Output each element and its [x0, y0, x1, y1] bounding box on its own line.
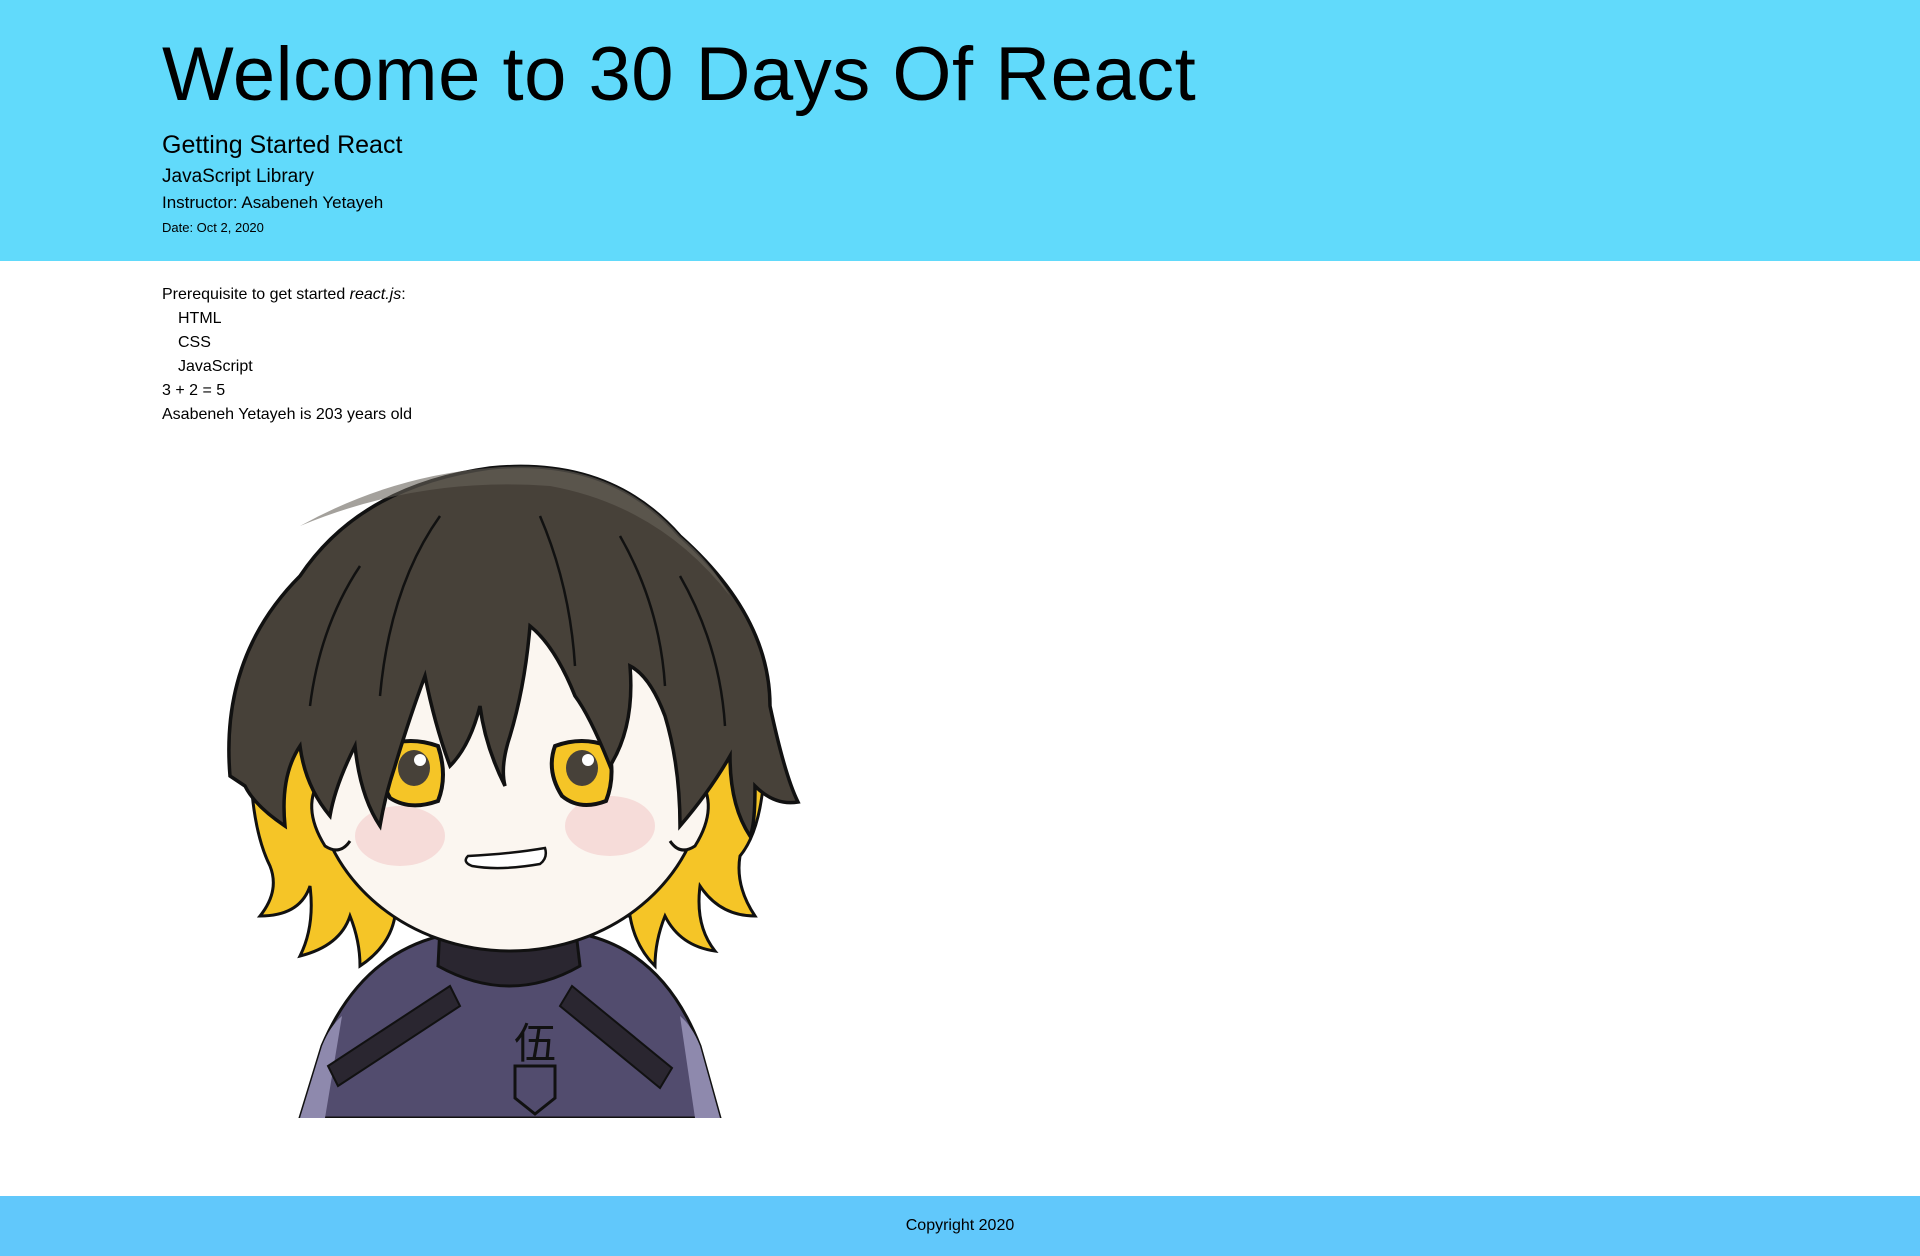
instructor-label: Instructor: Asabeneh Yetayeh [162, 193, 384, 212]
user-portrait-illustration: 伍 [227, 464, 801, 1118]
date-label: Date: Oct 2, 2020 [162, 220, 264, 235]
main-content: Prerequisite to get started react.js: HT… [162, 283, 412, 427]
tech-item-html: HTML [178, 310, 222, 327]
prerequisite-prefix: Prerequisite to get started [162, 286, 350, 303]
library-label: JavaScript Library [162, 166, 315, 187]
prerequisite-emphasis: react.js [349, 286, 402, 303]
age-text: Asabeneh Yetayeh is 203 years old [162, 406, 412, 423]
copyright-text: Copyright 2020 [905, 1217, 1015, 1234]
tech-item-javascript: JavaScript [178, 358, 253, 375]
prerequisite-text: Prerequisite to get started react.js: [162, 283, 412, 307]
shirt-emblem-glyph: 伍 [514, 1019, 556, 1068]
tech-item-css: CSS [178, 334, 211, 351]
page-subtitle: Getting Started React [162, 131, 403, 159]
page-footer: Copyright 2020 [0, 1196, 1920, 1256]
prerequisite-suffix: : [401, 286, 406, 303]
page-header: Welcome to 30 Days Of React Getting Star… [0, 0, 1920, 261]
page-title: Welcome to 30 Days Of React [162, 32, 1197, 117]
sum-text: 3 + 2 = 5 [162, 382, 226, 399]
